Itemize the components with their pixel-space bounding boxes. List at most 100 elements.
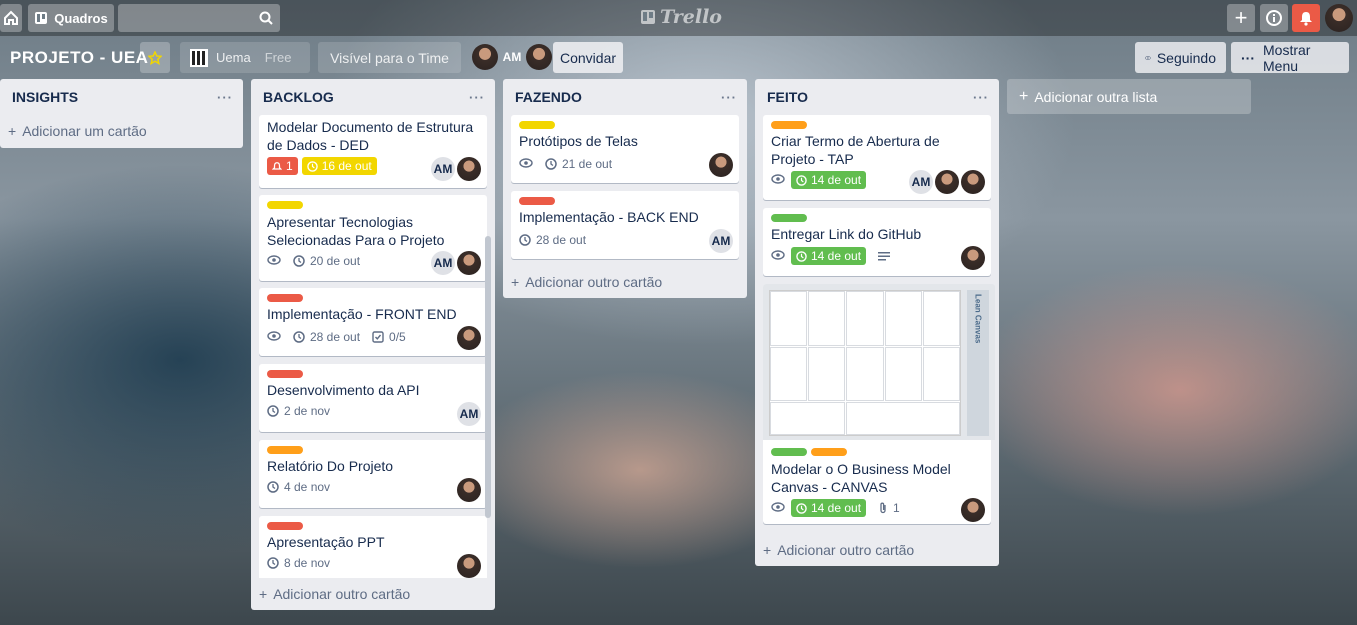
member-avatar[interactable] (472, 44, 498, 70)
due-date-badge[interactable]: 14 de out (791, 171, 867, 189)
due-date-badge[interactable]: 20 de out (293, 254, 360, 268)
boards-button[interactable]: Quadros (28, 4, 114, 32)
card[interactable]: Relatório Do Projeto 4 de nov (259, 440, 487, 508)
list-menu-icon[interactable]: ··· (217, 90, 233, 105)
clock-icon (545, 158, 557, 170)
notification-count: 1 (286, 159, 293, 173)
invite-button[interactable]: Convidar (553, 42, 623, 73)
canvas-cell (846, 402, 960, 435)
member-avatar[interactable] (457, 326, 481, 350)
add-card-button[interactable]: + Adicionar outro cartão (755, 534, 914, 566)
card[interactable]: Apresentação PPT 8 de nov (259, 516, 487, 578)
card-badges: 2 de nov (267, 404, 330, 418)
user-avatar[interactable] (1325, 4, 1353, 32)
card[interactable]: Entregar Link do GitHub 14 de out (763, 208, 991, 276)
following-button[interactable]: Seguindo (1135, 42, 1226, 73)
member-avatar[interactable] (961, 498, 985, 522)
canvas-side-title: Lean Canvas (967, 290, 989, 436)
due-date-badge[interactable]: 28 de out (519, 233, 586, 247)
show-menu-button[interactable]: ··· Mostrar Menu (1231, 42, 1349, 74)
due-date: 14 de out (811, 501, 862, 515)
add-card-button[interactable]: + Adicionar outro cartão (251, 578, 410, 610)
due-date-badge[interactable]: 28 de out (293, 330, 360, 344)
card-badges: 28 de out 0/5 (267, 330, 406, 344)
card[interactable]: Implementação - FRONT END 28 de out 0/5 (259, 288, 487, 356)
member-avatar[interactable]: AM (431, 157, 455, 181)
list-title[interactable]: INSIGHTS (12, 89, 78, 105)
visibility-button[interactable]: Visível para o Time (318, 42, 461, 73)
due-date-badge[interactable]: 14 de out (791, 499, 867, 517)
list-menu-icon[interactable]: ··· (973, 90, 989, 105)
member-avatar[interactable] (961, 170, 985, 194)
card-members (457, 478, 481, 502)
board-title[interactable]: PROJETO - UEA (10, 48, 148, 68)
search-icon[interactable] (259, 11, 273, 25)
add-list-label: Adicionar outra lista (1034, 88, 1158, 105)
create-button[interactable]: + (1227, 4, 1255, 32)
list-title[interactable]: FAZENDO (515, 89, 582, 105)
member-avatar[interactable]: AM (909, 170, 933, 194)
card-members (961, 498, 985, 522)
label-yellow (519, 121, 555, 129)
card[interactable]: Criar Termo de Abertura de Projeto - TAP… (763, 115, 991, 200)
card-title: Apresentar Tecnologias Selecionadas Para… (267, 214, 445, 248)
member-avatar[interactable]: AM (709, 229, 733, 253)
member-avatar[interactable] (709, 153, 733, 177)
list-header: BACKLOG ··· (251, 79, 495, 115)
card[interactable]: Protótipos de Telas 21 de out (511, 115, 739, 183)
member-avatar[interactable] (935, 170, 959, 194)
label-green (771, 214, 807, 222)
eye-icon (1145, 55, 1151, 60)
due-date-badge[interactable]: 4 de nov (267, 480, 330, 494)
label-red (267, 522, 303, 530)
member-avatar[interactable]: AM (457, 402, 481, 426)
due-date-badge[interactable]: 21 de out (545, 157, 612, 171)
info-button[interactable] (1260, 4, 1288, 32)
card[interactable]: Implementação - BACK END 28 de out AM (511, 191, 739, 259)
list-backlog: BACKLOG ··· Modelar Documento de Estrutu… (251, 79, 495, 610)
member-avatar[interactable] (457, 157, 481, 181)
trello-logo[interactable]: Trello (640, 6, 722, 28)
list-menu-icon[interactable]: ··· (721, 90, 737, 105)
card[interactable]: Apresentar Tecnologias Selecionadas Para… (259, 195, 487, 281)
list-title[interactable]: FEITO (767, 89, 808, 105)
due-date-badge[interactable]: 8 de nov (267, 556, 330, 570)
card-badges: 14 de out (771, 171, 867, 189)
member-avatar[interactable] (526, 44, 552, 70)
member-avatar[interactable]: AM (431, 251, 455, 275)
card-title: Modelar o O Business Model Canvas - CANV… (771, 461, 951, 495)
card[interactable]: Modelar Documento de Estrutura de Dados … (259, 115, 487, 188)
add-card-button[interactable]: + Adicionar outro cartão (503, 266, 662, 298)
card-badges: 28 de out (519, 233, 586, 247)
trello-logo-icon (641, 10, 655, 24)
card[interactable]: Desenvolvimento da API 2 de nov AM (259, 364, 487, 432)
search-input[interactable] (118, 4, 280, 32)
team-button[interactable]: Uema Free (180, 42, 310, 73)
add-list-button[interactable]: + Adicionar outra lista (1007, 79, 1251, 114)
checklist-progress: 0/5 (389, 330, 406, 344)
home-button[interactable] (0, 4, 22, 32)
card-members (709, 153, 733, 177)
list-title[interactable]: BACKLOG (263, 89, 334, 105)
add-card-button[interactable]: + Adicionar um cartão (0, 115, 243, 147)
watching-icon (267, 254, 281, 268)
notification-badge: 1 (267, 157, 298, 175)
member-avatar[interactable] (961, 246, 985, 270)
due-date-badge[interactable]: 14 de out (791, 247, 867, 265)
add-card-label: Adicionar outro cartão (273, 586, 411, 602)
card[interactable]: Lean Canvas Modelar o O Business Model C… (763, 284, 995, 524)
boards-icon (35, 12, 48, 24)
due-date-badge[interactable]: 16 de out (301, 157, 377, 175)
star-button[interactable] (140, 42, 170, 73)
notifications-button[interactable] (1292, 4, 1320, 32)
list-scrollbar[interactable] (485, 236, 491, 518)
list-menu-icon[interactable]: ··· (469, 90, 485, 105)
member-avatar[interactable] (457, 251, 481, 275)
board-members: AM (472, 44, 552, 70)
member-avatar[interactable] (457, 478, 481, 502)
list-feito: FEITO ··· Criar Termo de Abertura de Pro… (755, 79, 999, 566)
plus-icon: + (511, 274, 520, 290)
due-date-badge[interactable]: 2 de nov (267, 404, 330, 418)
member-avatar[interactable] (457, 554, 481, 578)
member-initials[interactable]: AM (500, 44, 524, 70)
